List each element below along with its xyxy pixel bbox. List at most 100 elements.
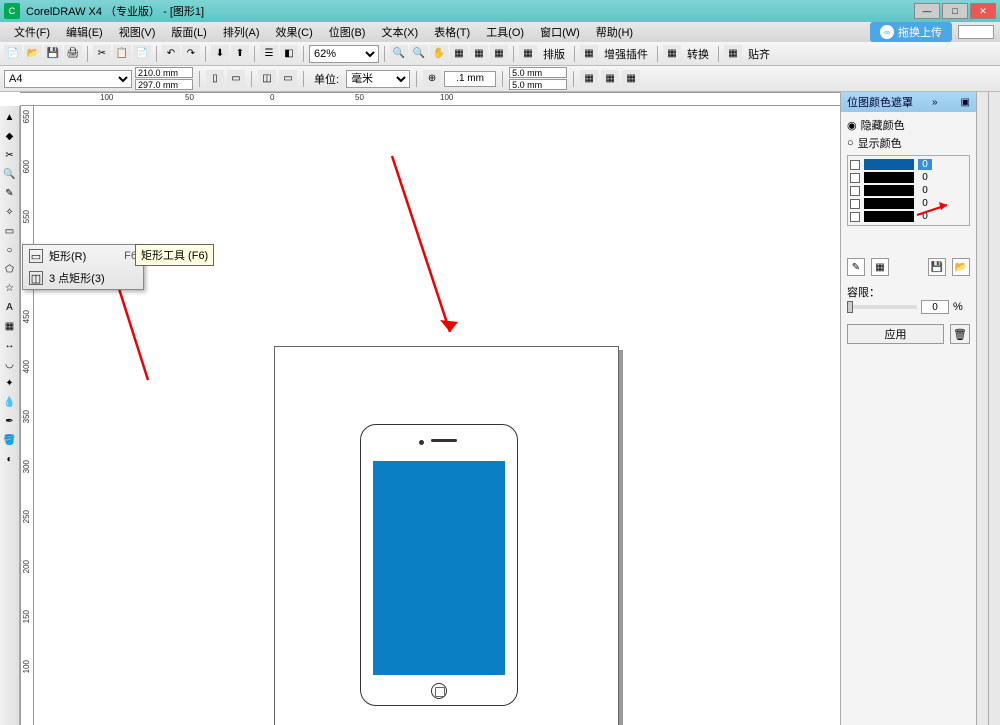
save-mask-button[interactable]: 💾: [928, 258, 946, 276]
docker-collapse-icon[interactable]: »: [932, 97, 938, 108]
current-page-button[interactable]: ▭: [279, 70, 297, 88]
zoom-select[interactable]: 62%: [309, 45, 379, 63]
page-width-input[interactable]: [135, 67, 193, 78]
zoomout-button[interactable]: 🔍: [410, 45, 428, 63]
zoom-tool[interactable]: 🔍: [1, 165, 19, 183]
docker-close-icon[interactable]: ▣: [961, 97, 970, 108]
zoomin-button[interactable]: 🔍: [390, 45, 408, 63]
table-tool[interactable]: ▦: [1, 317, 19, 335]
polygon-tool[interactable]: ⬠: [1, 260, 19, 278]
all-pages-button[interactable]: ◫: [258, 70, 276, 88]
paste-button[interactable]: 📄: [133, 45, 151, 63]
appstart-button[interactable]: ☰: [260, 45, 278, 63]
rectangle-tool[interactable]: ▭: [1, 222, 19, 240]
color-row-0[interactable]: 0: [850, 158, 967, 171]
redo-button[interactable]: ↷: [182, 45, 200, 63]
portrait-button[interactable]: ▯: [206, 70, 224, 88]
menu-bitmap[interactable]: 位图(B): [321, 22, 374, 42]
import-button[interactable]: ⬇: [211, 45, 229, 63]
save-button[interactable]: 💾: [44, 45, 62, 63]
tolerance-input[interactable]: [921, 300, 949, 314]
treat-as-filled-button[interactable]: ▦: [580, 70, 598, 88]
open-mask-button[interactable]: 📂: [952, 258, 970, 276]
flyout-3point-rect[interactable]: ◫ 3 点矩形(3): [23, 267, 143, 289]
menu-tools[interactable]: 工具(O): [478, 22, 532, 42]
color-row-2[interactable]: 0: [850, 184, 967, 197]
new-button[interactable]: 📄: [4, 45, 22, 63]
nudge-input[interactable]: [444, 71, 496, 87]
shape-tool[interactable]: ◆: [1, 127, 19, 145]
align-icon[interactable]: ▦: [724, 45, 742, 63]
ruler-horizontal[interactable]: 10050050100: [20, 92, 840, 106]
convert-icon[interactable]: ▦: [663, 45, 681, 63]
ellipse-tool[interactable]: ○: [1, 241, 19, 259]
maximize-button[interactable]: □: [942, 3, 968, 19]
menu-help[interactable]: 帮助(H): [588, 22, 641, 42]
undo-button[interactable]: ↶: [162, 45, 180, 63]
menu-window[interactable]: 窗口(W): [532, 22, 588, 42]
menu-file[interactable]: 文件(F): [6, 22, 58, 42]
menu-arrange[interactable]: 排列(A): [215, 22, 268, 42]
phone-drawing[interactable]: [360, 424, 518, 706]
effects-tool[interactable]: ✦: [1, 374, 19, 392]
layout-icon[interactable]: ▦: [519, 45, 537, 63]
docker-tabs-strip[interactable]: [988, 92, 1000, 725]
edit-color-button[interactable]: ✎: [847, 258, 865, 276]
docker-title-bar[interactable]: 位图颜色遮罩 » ▣: [841, 92, 976, 112]
upload-button[interactable]: ∞ 拖换上传: [870, 22, 952, 42]
ruler-vertical[interactable]: 650600550500450400350300250200150100: [20, 106, 34, 725]
menu-layout[interactable]: 版面(L): [163, 22, 214, 42]
menu-table[interactable]: 表格(T): [426, 22, 478, 42]
eyedropper-tool[interactable]: 💧: [1, 393, 19, 411]
open-button[interactable]: 📂: [24, 45, 42, 63]
enhance-icon[interactable]: ▦: [580, 45, 598, 63]
copy-button[interactable]: 📋: [113, 45, 131, 63]
dup-y-input[interactable]: [509, 79, 567, 90]
dup-x-input[interactable]: [509, 67, 567, 78]
units-select[interactable]: 毫米: [346, 70, 410, 88]
text-tool[interactable]: A: [1, 298, 19, 316]
menu-effects[interactable]: 效果(C): [268, 22, 321, 42]
paper-select[interactable]: A4: [4, 70, 132, 88]
landscape-button[interactable]: ▭: [227, 70, 245, 88]
smart-tool[interactable]: ✧: [1, 203, 19, 221]
menu-view[interactable]: 视图(V): [111, 22, 164, 42]
basic-shapes-tool[interactable]: ☆: [1, 279, 19, 297]
snap-button[interactable]: ▦: [450, 45, 468, 63]
outline-tool[interactable]: ✒: [1, 412, 19, 430]
fill-tool[interactable]: 🪣: [1, 431, 19, 449]
pick-tool[interactable]: ▲: [1, 108, 19, 126]
right-extra-box[interactable]: [958, 25, 994, 39]
interactive-fill-tool[interactable]: ◐: [1, 450, 19, 468]
cut-button[interactable]: ✂: [93, 45, 111, 63]
welcome-button[interactable]: ◧: [280, 45, 298, 63]
menu-edit[interactable]: 编辑(E): [58, 22, 111, 42]
color-picker-button[interactable]: ▦: [871, 258, 889, 276]
freehand-tool[interactable]: ✎: [1, 184, 19, 202]
snap-toggle-button[interactable]: ▦: [622, 70, 640, 88]
color-row-1[interactable]: 0: [850, 171, 967, 184]
flyout-rectangle[interactable]: ▭ 矩形(R) F6: [23, 245, 143, 267]
print-button[interactable]: 🖨: [64, 45, 82, 63]
dimension-tool[interactable]: ↔: [1, 336, 19, 354]
delete-button[interactable]: 🗑: [950, 324, 970, 344]
hide-color-radio[interactable]: ◉ 隐藏颜色: [847, 116, 970, 134]
apply-button[interactable]: 应用: [847, 324, 944, 344]
show-color-radio[interactable]: ○ 显示颜色: [847, 134, 970, 152]
color-palette-strip[interactable]: [976, 92, 988, 725]
rectangle-flyout: ▭ 矩形(R) F6 ◫ 3 点矩形(3): [22, 244, 144, 290]
draworder-button[interactable]: ▦: [601, 70, 619, 88]
close-button[interactable]: ✕: [970, 3, 996, 19]
snap2-button[interactable]: ▦: [470, 45, 488, 63]
tolerance-slider[interactable]: [847, 305, 917, 309]
canvas[interactable]: [34, 106, 840, 725]
crop-tool[interactable]: ✂: [1, 146, 19, 164]
pan-button[interactable]: ✋: [430, 45, 448, 63]
export-button[interactable]: ⬆: [231, 45, 249, 63]
connector-tool[interactable]: ◡: [1, 355, 19, 373]
rect-icon: ▭: [29, 249, 43, 263]
menu-text[interactable]: 文本(X): [373, 22, 426, 42]
snap3-button[interactable]: ▦: [490, 45, 508, 63]
minimize-button[interactable]: —: [914, 3, 940, 19]
page-height-input[interactable]: [135, 79, 193, 90]
